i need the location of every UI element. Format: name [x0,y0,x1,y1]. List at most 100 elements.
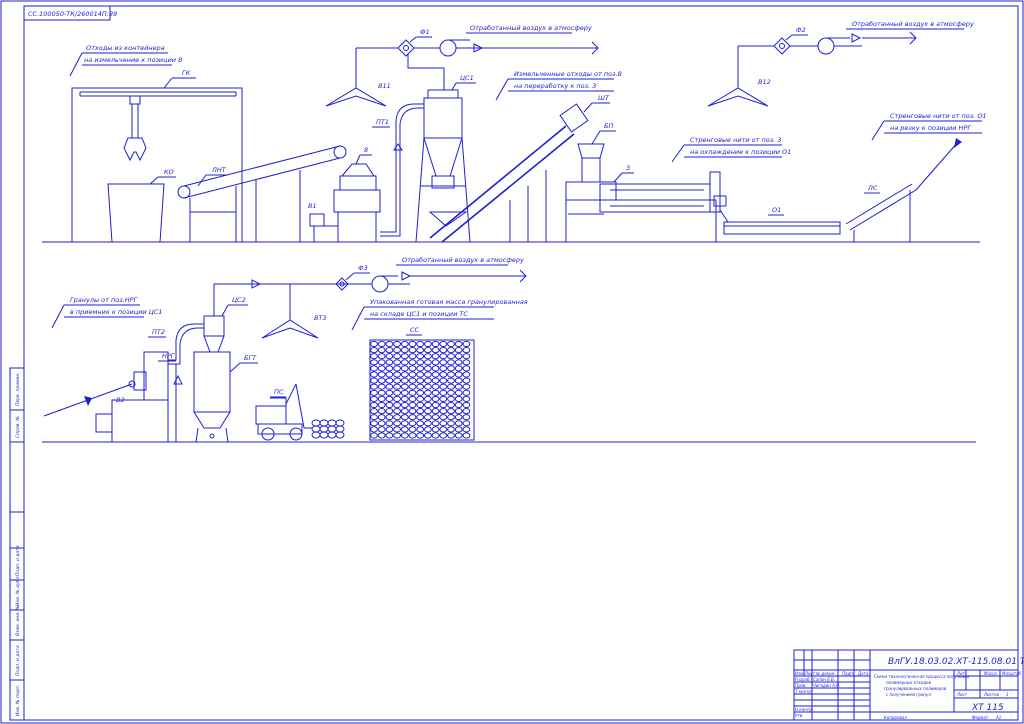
bag [424,383,432,390]
bag [447,401,455,409]
bag [439,408,448,415]
tb-scale: Масштаб [1002,671,1022,676]
bag-stack-small [311,419,345,439]
bag [447,371,455,378]
bag [454,383,463,390]
bag [424,401,432,409]
bag [370,340,378,348]
bag [424,359,432,366]
tb-name-0: Сапон Е.В. [813,677,835,682]
bag [408,389,417,396]
bag [377,414,386,421]
bag [424,365,432,372]
tb-sheets: Листов [983,692,1000,697]
bag [447,414,455,421]
bag [454,414,463,421]
bag [462,365,471,372]
bag [424,371,432,378]
bag [431,383,440,390]
bag [385,383,394,390]
tb-podp: Подп. [842,671,854,676]
bag [370,377,378,384]
cyclone-ts1: ЦС1 [415,74,476,243]
bag [462,347,471,354]
pneumatic-line-pt2: ПТ2 [148,323,204,442]
tag-o1: О1 [772,206,781,214]
bag [447,359,455,366]
bag [462,432,471,439]
tb-lit: Лит. [956,671,966,676]
bag [377,359,386,366]
bag [416,414,425,421]
bag [370,389,378,396]
filter-f2-line: Ф2 В12 Отработанный воздух в атмосферу [707,20,974,107]
tag-8: 8 [364,146,368,154]
bag [447,353,455,360]
bag [385,365,394,372]
tag-ts1: ЦС1 [460,74,474,82]
pneumatic-line-pt1: ПТ1 [372,103,424,237]
bag [400,377,409,384]
svg-text:Гранулы от поз.НРГ: Гранулы от поз.НРГ [70,296,139,304]
bag [447,389,455,396]
bag [439,340,448,348]
warehouse-ss [369,339,475,441]
tag-ko: КО [164,168,174,176]
bag [416,389,425,396]
bag [431,432,440,439]
bag [454,340,463,348]
bag [462,383,471,390]
bag [400,383,409,390]
bag [385,389,394,396]
side-col-3: Инв. № дубл. [15,575,21,606]
bag [439,426,448,433]
bag [400,408,409,415]
note-air-3: Отработанный воздух в атмосферу [402,256,524,264]
bag [416,432,425,439]
filter-f3-line: Ф3 ВТ3 Отработанный воздух в атмосферу [251,256,527,339]
bag [431,408,440,415]
bag [447,432,455,439]
bag [431,414,440,421]
bag [377,365,386,372]
svg-text:на охлаждение к позиции О1: на охлаждение к позиции О1 [690,148,791,156]
bag [377,432,386,439]
tag-ss: СС [410,326,420,334]
tag-pc: ПС [274,388,284,396]
bag [385,426,394,433]
bag [439,347,448,354]
bag [408,383,417,390]
bag [447,408,455,415]
bag [400,365,409,372]
bag [431,347,440,354]
bag [400,359,409,366]
note-strand: Стренговые нити от поз. 3 на охлаждение … [671,136,791,163]
bag [393,426,402,433]
bag [431,365,440,372]
bag [447,347,455,354]
bag [447,426,455,433]
bag [416,401,425,409]
bag [439,395,448,402]
bag [408,414,417,421]
tb-mass: Масса [984,671,997,676]
bag [400,426,409,433]
tb-desc-3: с получением гранул [886,692,931,697]
bag [416,371,425,378]
svg-text:на переработку к поз. 3: на переработку к поз. 3 [514,82,596,90]
bag [393,371,402,378]
bag [408,359,417,366]
bag [424,377,432,384]
tag-v1: В1 [308,202,317,210]
bag [431,340,440,348]
bag [400,432,409,439]
tb-format: Формат [972,715,989,720]
bag [454,408,463,415]
bag [416,353,425,360]
bag [408,353,417,360]
bag [370,383,378,390]
tb-nkontr: Н.контр. [795,707,813,712]
tb-desc-1: полимерных отходов [886,680,931,685]
tag-lnt: ЛНТ [211,166,227,174]
svg-text:на резку к позиции НРГ: на резку к позиции НРГ [890,124,972,132]
